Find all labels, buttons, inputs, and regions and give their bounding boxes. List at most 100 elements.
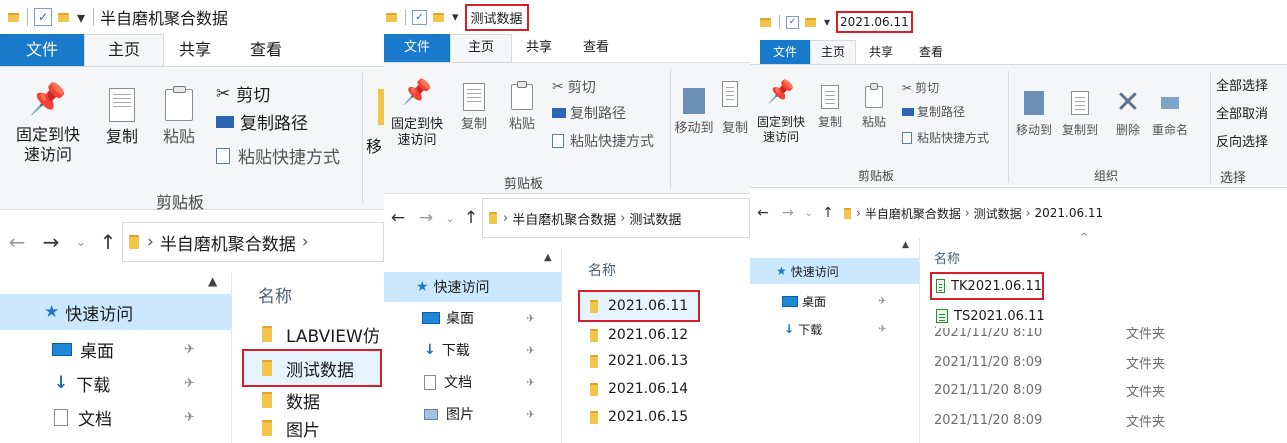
tab-file[interactable]: 文件 bbox=[384, 34, 450, 62]
recent-locations-chevron-icon[interactable]: ⌄ bbox=[440, 212, 460, 225]
sidebar-item-documents[interactable]: 文档 ✈ bbox=[0, 402, 231, 432]
delete-button[interactable]: ✕ 删除 bbox=[1110, 83, 1146, 138]
tab-share[interactable]: 共享 bbox=[512, 34, 566, 62]
scroll-up-arrow-icon[interactable]: ▲ bbox=[544, 252, 552, 263]
list-item[interactable]: 测试数据 bbox=[242, 349, 382, 387]
tab-home[interactable]: 主页 bbox=[84, 34, 164, 66]
breadcrumb-item[interactable]: 半自磨机聚合数据 bbox=[160, 230, 296, 255]
cut-button[interactable]: ✂ 剪切 bbox=[552, 77, 596, 97]
select-none-button[interactable]: 全部取消 bbox=[1216, 103, 1268, 122]
breadcrumb-item[interactable]: 半自磨机聚合数据 bbox=[512, 209, 616, 228]
list-item[interactable]: 数据 bbox=[262, 386, 320, 414]
sidebar-item-downloads[interactable]: ↓ 下载 ✈ bbox=[750, 316, 919, 342]
recent-locations-chevron-icon[interactable]: ⌄ bbox=[68, 235, 94, 250]
tab-home[interactable]: 主页 bbox=[450, 34, 512, 62]
tab-view[interactable]: 查看 bbox=[226, 34, 306, 66]
chevron-down-icon[interactable]: ▾ bbox=[824, 15, 830, 29]
new-folder-icon[interactable] bbox=[58, 12, 69, 22]
breadcrumb[interactable]: › 半自磨机聚合数据 › bbox=[122, 222, 384, 262]
column-header-name[interactable]: 名称 bbox=[588, 260, 616, 280]
table-row[interactable]: 2021/11/20 8:09 文件夹 bbox=[934, 378, 1274, 402]
list-item[interactable]: LABVIEW仿 bbox=[262, 320, 380, 348]
sidebar-item-desktop[interactable]: 桌面 ✈ bbox=[0, 334, 231, 364]
pin-icon[interactable]: ✈ bbox=[878, 324, 886, 335]
pin-to-quick-access-button[interactable]: 📌 固定到快 速访问 bbox=[386, 77, 448, 150]
copy-path-button[interactable]: 复制路径 bbox=[216, 109, 308, 134]
pin-icon[interactable]: ✈ bbox=[526, 408, 535, 421]
up-arrow-icon[interactable]: ↑ bbox=[818, 205, 838, 221]
forward-arrow-icon[interactable]: → bbox=[776, 205, 800, 221]
breadcrumb-item[interactable]: 半自磨机聚合数据 bbox=[865, 205, 961, 222]
back-arrow-icon[interactable]: ← bbox=[0, 230, 34, 254]
paste-shortcut-button[interactable]: 粘贴快捷方式 bbox=[902, 129, 989, 146]
rename-button[interactable]: 重命名 bbox=[1148, 83, 1192, 138]
sidebar-item-downloads[interactable]: ↓ 下载 ✈ bbox=[0, 368, 231, 398]
new-folder-icon[interactable] bbox=[433, 12, 444, 22]
table-row[interactable]: 2021/11/20 8:09 文件夹 bbox=[934, 408, 1274, 432]
cut-button[interactable]: ✂ 剪切 bbox=[216, 81, 270, 107]
sidebar-item-quick-access[interactable]: ★ 快速访问 bbox=[750, 258, 919, 284]
list-item[interactable]: 2021.06.13 bbox=[590, 348, 688, 374]
copy-button[interactable]: 复制 bbox=[454, 77, 494, 133]
breadcrumb-item[interactable]: 测试数据 bbox=[629, 209, 681, 228]
sidebar-item-quick-access[interactable]: ★ 快速访问 bbox=[384, 272, 561, 302]
column-header-name[interactable]: 名称 bbox=[258, 282, 292, 307]
move-to-button[interactable]: 移动到 bbox=[672, 81, 716, 137]
pin-icon[interactable]: ✈ bbox=[526, 312, 535, 325]
chevron-right-icon[interactable]: › bbox=[965, 206, 970, 220]
new-folder-icon[interactable] bbox=[805, 17, 816, 27]
paste-shortcut-button[interactable]: 粘贴快捷方式 bbox=[552, 131, 654, 151]
sidebar-item-pictures[interactable]: 图片 ✈ bbox=[384, 400, 561, 428]
list-item[interactable]: 2021.06.12 bbox=[590, 322, 688, 348]
breadcrumb[interactable]: › 半自磨机聚合数据 › 测试数据 › 2021.06.11 bbox=[838, 196, 1287, 230]
recent-locations-chevron-icon[interactable]: ⌄ bbox=[800, 208, 818, 219]
properties-icon[interactable]: ✓ bbox=[412, 9, 427, 25]
copy-path-button[interactable]: 复制路径 bbox=[552, 103, 626, 123]
cut-button[interactable]: ✂ 剪切 bbox=[902, 79, 939, 96]
up-arrow-icon[interactable]: ↑ bbox=[94, 230, 122, 254]
breadcrumb-item[interactable]: 2021.06.11 bbox=[1034, 206, 1103, 220]
paste-button[interactable]: 粘贴 bbox=[502, 77, 542, 133]
breadcrumb[interactable]: › 半自磨机聚合数据 › 测试数据 bbox=[482, 198, 750, 238]
properties-icon[interactable]: ✓ bbox=[786, 15, 799, 29]
chevron-right-icon[interactable]: › bbox=[1026, 206, 1031, 220]
sidebar-item-documents[interactable]: 文档 ✈ bbox=[384, 368, 561, 396]
properties-icon[interactable]: ✓ bbox=[34, 8, 52, 26]
sidebar-item-downloads[interactable]: ↓ 下载 ✈ bbox=[384, 336, 561, 364]
scroll-up-arrow-icon[interactable]: ▲ bbox=[208, 274, 217, 288]
column-header-name[interactable]: 名称 bbox=[934, 248, 960, 267]
list-item[interactable]: 2021.06.14 bbox=[590, 376, 688, 402]
tab-file[interactable]: 文件 bbox=[760, 40, 810, 64]
pin-icon[interactable]: ✈ bbox=[184, 342, 195, 357]
breadcrumb-item[interactable]: 测试数据 bbox=[974, 205, 1022, 222]
pin-icon[interactable]: ✈ bbox=[526, 344, 535, 357]
pin-to-quick-access-button[interactable]: 📌 固定到快 速访问 bbox=[754, 79, 808, 145]
list-item[interactable]: 图片 bbox=[262, 414, 320, 442]
move-to-button[interactable]: 移动到 bbox=[1012, 83, 1056, 138]
move-to-button[interactable]: 移 bbox=[366, 137, 384, 157]
up-arrow-icon[interactable]: ↑ bbox=[460, 208, 482, 228]
list-item[interactable]: TS2021.06.11 bbox=[936, 304, 1051, 328]
sidebar-item-desktop[interactable]: 桌面 ✈ bbox=[750, 288, 919, 314]
table-row[interactable]: 2021/11/20 8:09 文件夹 bbox=[934, 350, 1274, 374]
forward-arrow-icon[interactable]: → bbox=[412, 208, 440, 228]
forward-arrow-icon[interactable]: → bbox=[34, 230, 68, 254]
back-arrow-icon[interactable]: ← bbox=[384, 208, 412, 228]
tab-home[interactable]: 主页 bbox=[810, 40, 856, 64]
paste-button[interactable]: 粘贴 bbox=[154, 83, 204, 147]
chevron-right-icon[interactable]: › bbox=[302, 232, 309, 252]
copy-path-button[interactable]: 复制路径 bbox=[902, 103, 965, 120]
tab-view[interactable]: 查看 bbox=[566, 34, 626, 62]
tab-share[interactable]: 共享 bbox=[856, 40, 906, 64]
sidebar-item-desktop[interactable]: 桌面 ✈ bbox=[384, 304, 561, 332]
list-item[interactable]: 2021.06.15 bbox=[590, 404, 688, 430]
chevron-down-icon[interactable]: ▾ bbox=[77, 8, 85, 27]
sidebar-item-quick-access[interactable]: ★ 快速访问 bbox=[0, 294, 231, 330]
back-arrow-icon[interactable]: ← bbox=[750, 205, 776, 221]
tab-file[interactable]: 文件 bbox=[0, 34, 84, 66]
select-all-button[interactable]: 全部选择 bbox=[1216, 75, 1268, 94]
invert-selection-button[interactable]: 反向选择 bbox=[1216, 131, 1268, 150]
tab-view[interactable]: 查看 bbox=[906, 40, 956, 64]
chevron-right-icon[interactable]: › bbox=[620, 211, 625, 226]
copy-to-button[interactable]: 复制到 bbox=[1058, 83, 1102, 138]
